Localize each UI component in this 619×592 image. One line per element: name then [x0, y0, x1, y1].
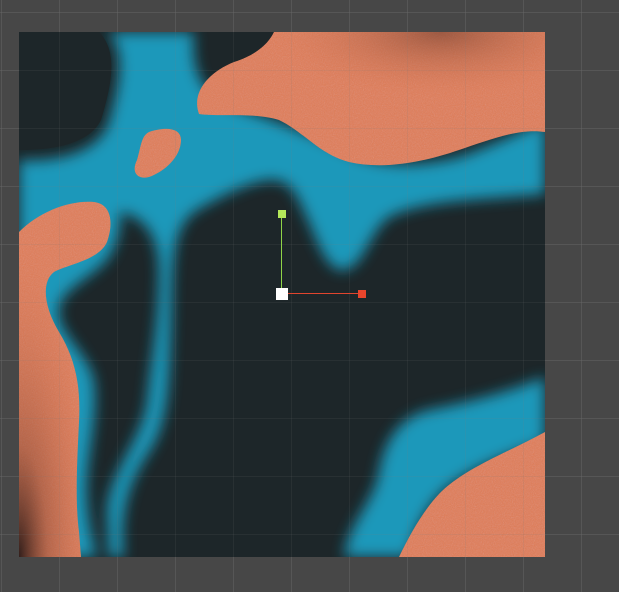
x-axis-line — [282, 293, 362, 294]
scene-view[interactable] — [0, 0, 619, 592]
x-axis-handle[interactable] — [358, 290, 366, 298]
y-axis-line — [281, 214, 282, 294]
move-gizmo — [0, 0, 619, 592]
y-axis-handle[interactable] — [278, 210, 286, 218]
center-move-handle[interactable] — [276, 288, 288, 300]
